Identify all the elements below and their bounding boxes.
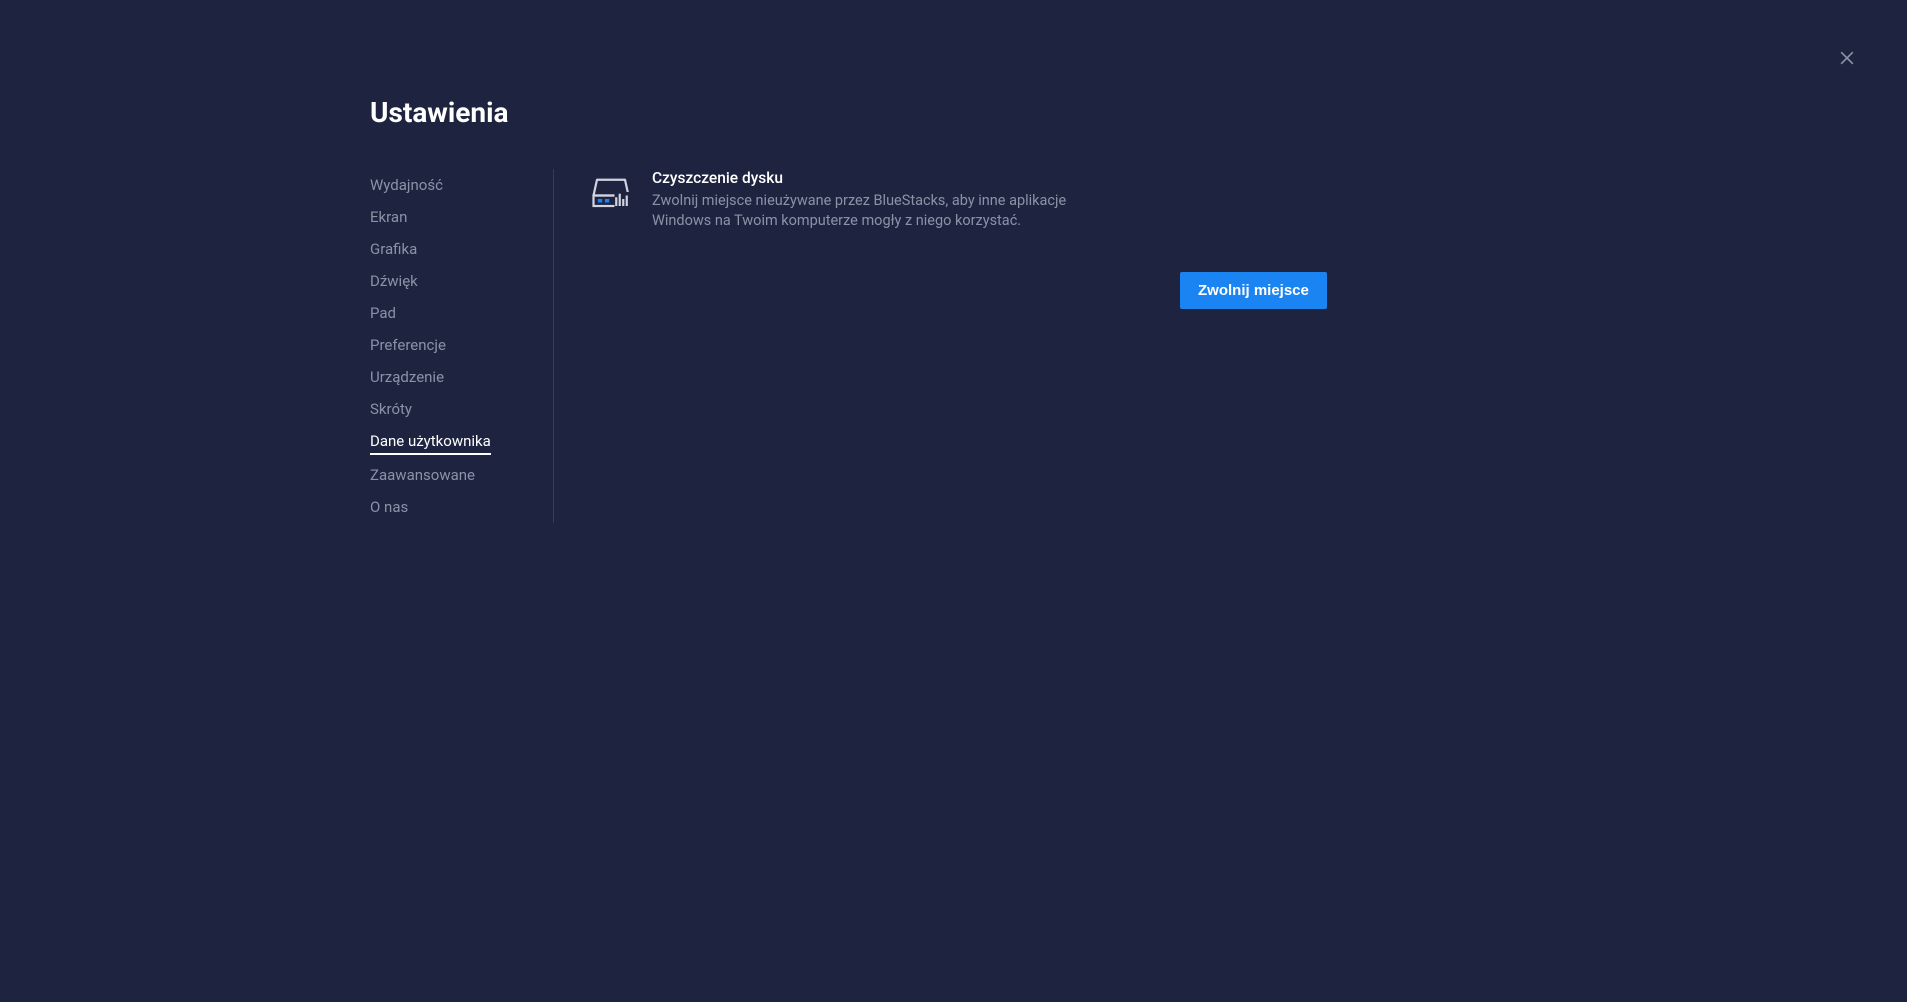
disk-cleanup-title: Czyszczenie dysku (652, 169, 1122, 187)
disk-cleanup-section: Czyszczenie dysku Zwolnij miejsce nieuży… (590, 169, 1327, 232)
sidebar-item-device[interactable]: Urządzenie (370, 361, 444, 393)
page-title: Ustawienia (370, 96, 1907, 129)
disk-cleanup-icon (590, 171, 632, 213)
sidebar-item-graphics[interactable]: Grafika (370, 233, 417, 265)
close-icon (1837, 48, 1857, 68)
close-button[interactable] (1837, 48, 1857, 68)
sidebar-item-advanced[interactable]: Zaawansowane (370, 459, 475, 491)
disk-cleanup-description: Zwolnij miejsce nieużywane przez BlueSta… (652, 191, 1122, 232)
sidebar-item-pad[interactable]: Pad (370, 297, 396, 329)
sidebar-item-preferences[interactable]: Preferencje (370, 329, 446, 361)
sidebar-item-screen[interactable]: Ekran (370, 201, 407, 233)
sidebar-item-performance[interactable]: Wydajność (370, 169, 443, 201)
sidebar-item-shortcuts[interactable]: Skróty (370, 393, 412, 425)
main-content: Czyszczenie dysku Zwolnij miejsce nieuży… (554, 169, 1327, 523)
free-space-button[interactable]: Zwolnij miejsce (1180, 272, 1327, 309)
sidebar-item-about[interactable]: O nas (370, 491, 408, 523)
sidebar-item-sound[interactable]: Dźwięk (370, 265, 418, 297)
sidebar: Wydajność Ekran Grafika Dźwięk Pad Prefe… (370, 169, 554, 523)
sidebar-item-user-data[interactable]: Dane użytkownika (370, 425, 491, 455)
